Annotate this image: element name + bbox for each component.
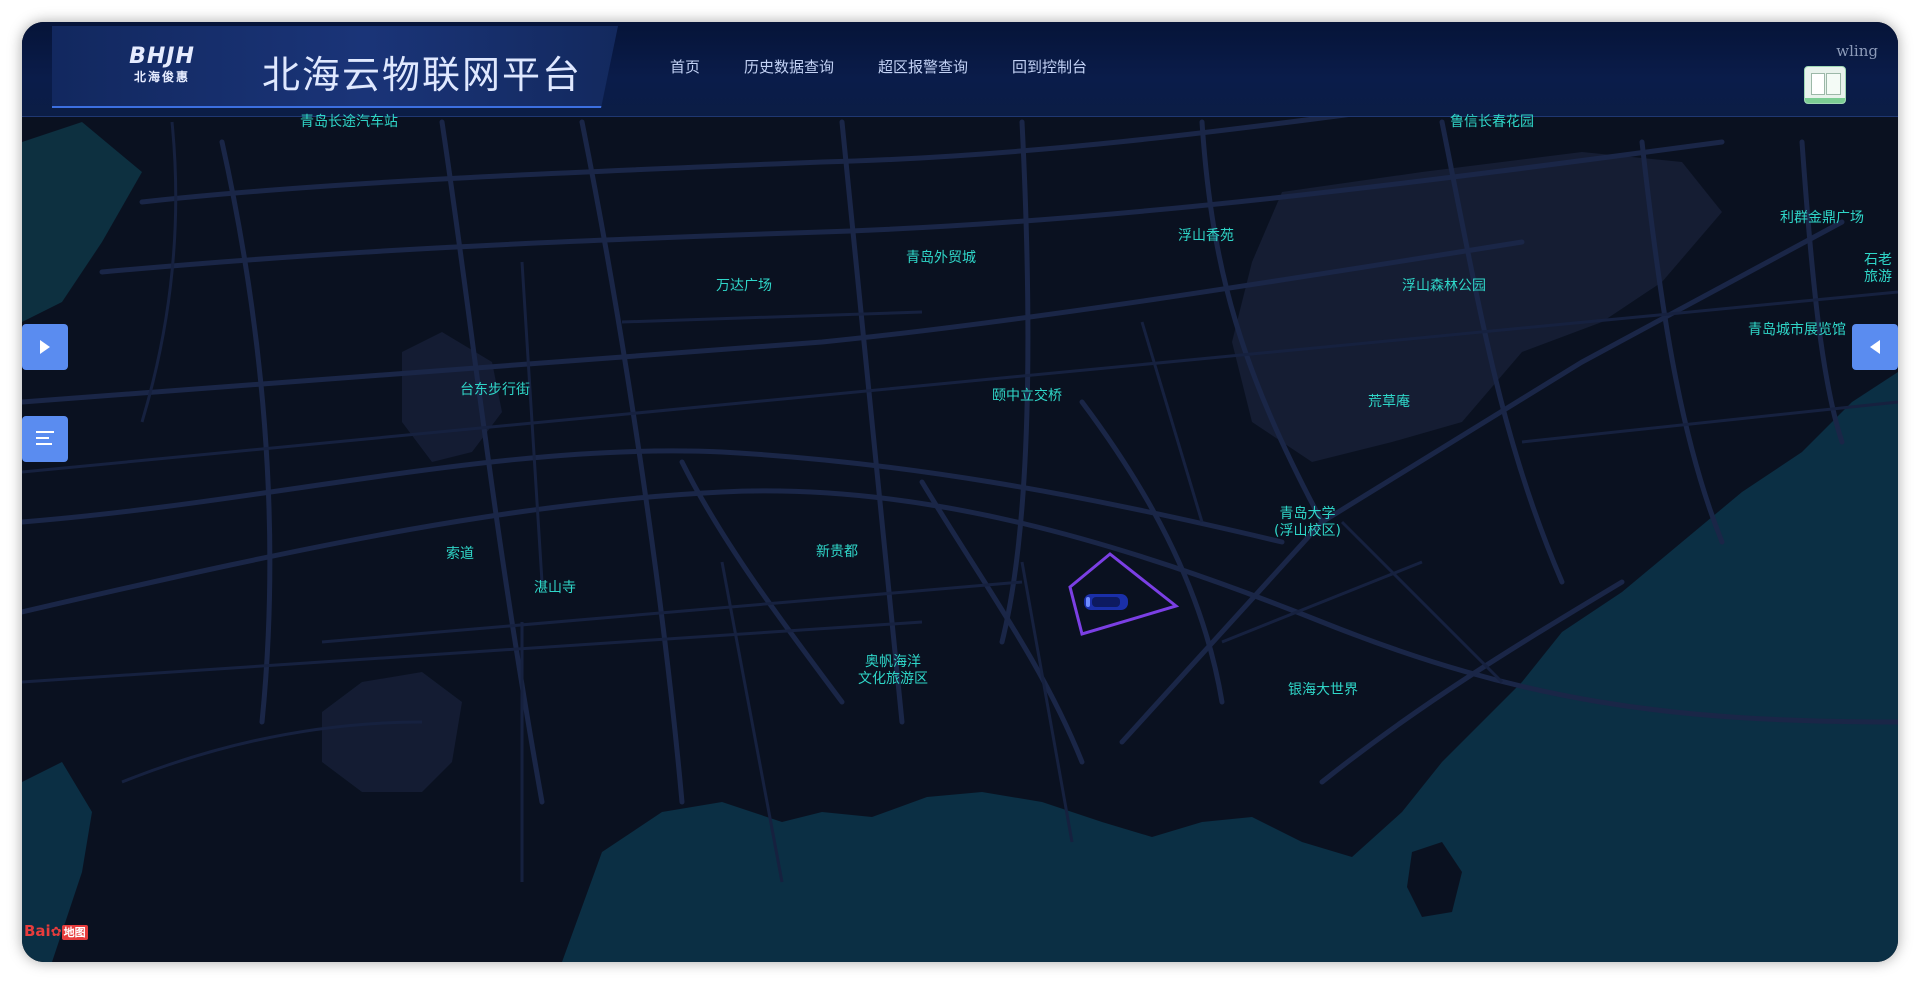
nav-console[interactable]: 回到控制台 [1012,56,1087,77]
poi-label[interactable]: 青岛外贸城 [906,250,976,267]
nav-alarm-query[interactable]: 超区报警查询 [878,56,968,77]
poi-label[interactable]: 鲁信长春花园 [1450,114,1534,131]
poi-label[interactable]: 青岛长途汽车站 [300,114,398,131]
poi-label[interactable]: 荒草庵 [1368,394,1410,411]
poi-label[interactable]: 浮山香苑 [1178,228,1234,245]
poi-label[interactable]: 索道 [446,546,474,563]
company-logo: BHJH 北海俊惠 [122,46,202,88]
poi-label[interactable]: 奥帆海洋 文化旅游区 [858,654,928,688]
nav-history-query[interactable]: 历史数据查询 [744,56,834,77]
username[interactable]: wling [1836,42,1878,60]
main-nav: 首页 历史数据查询 超区报警查询 回到控制台 [670,56,1131,77]
map-canvas[interactable] [22,22,1898,962]
poi-label[interactable]: 青岛城市展览馆 [1748,322,1846,339]
nav-home[interactable]: 首页 [670,56,700,77]
poi-label[interactable]: 石老 旅游 [1864,252,1892,286]
poi-label[interactable]: 颐中立交桥 [992,388,1062,405]
vehicle-marker [1084,594,1128,610]
poi-label[interactable]: 湛山寺 [534,580,576,597]
menu-button[interactable] [22,416,68,462]
list-icon [36,431,54,449]
logo-subtitle: 北海俊惠 [133,70,190,84]
triangle-right-icon [40,340,50,354]
poi-label[interactable]: 台东步行街 [460,382,530,399]
logo-mark: BHJH [129,44,195,69]
poi-label[interactable]: 万达广场 [716,278,772,295]
poi-label[interactable]: 浮山森林公园 [1402,278,1486,295]
poi-label[interactable]: 新贵都 [816,544,858,561]
triangle-left-icon [1870,340,1880,354]
expand-right-panel-button[interactable] [1852,324,1898,370]
platform-title: 北海云物联网平台 [262,53,583,97]
attribution-brand: Bai [24,922,51,940]
attribution-suffix: 地图 [61,925,88,940]
top-header: BHJH 北海俊惠 北海云物联网平台 首页 历史数据查询 超区报警查询 回到控制… [22,22,1898,117]
brand-banner: BHJH 北海俊惠 北海云物联网平台 [52,26,618,108]
poi-label[interactable]: 利群金鼎广场 [1780,210,1864,227]
paw-icon: ✿ [50,925,62,940]
map-attribution-logo[interactable]: Bai✿ 地图 [24,922,88,940]
expand-left-panel-button[interactable] [22,324,68,370]
avatar[interactable] [1804,66,1846,104]
app-window: BHJH 北海俊惠 北海云物联网平台 首页 历史数据查询 超区报警查询 回到控制… [22,22,1898,962]
poi-label[interactable]: 青岛大学 (浮山校区) [1274,506,1341,540]
poi-label[interactable]: 银海大世界 [1288,682,1358,699]
